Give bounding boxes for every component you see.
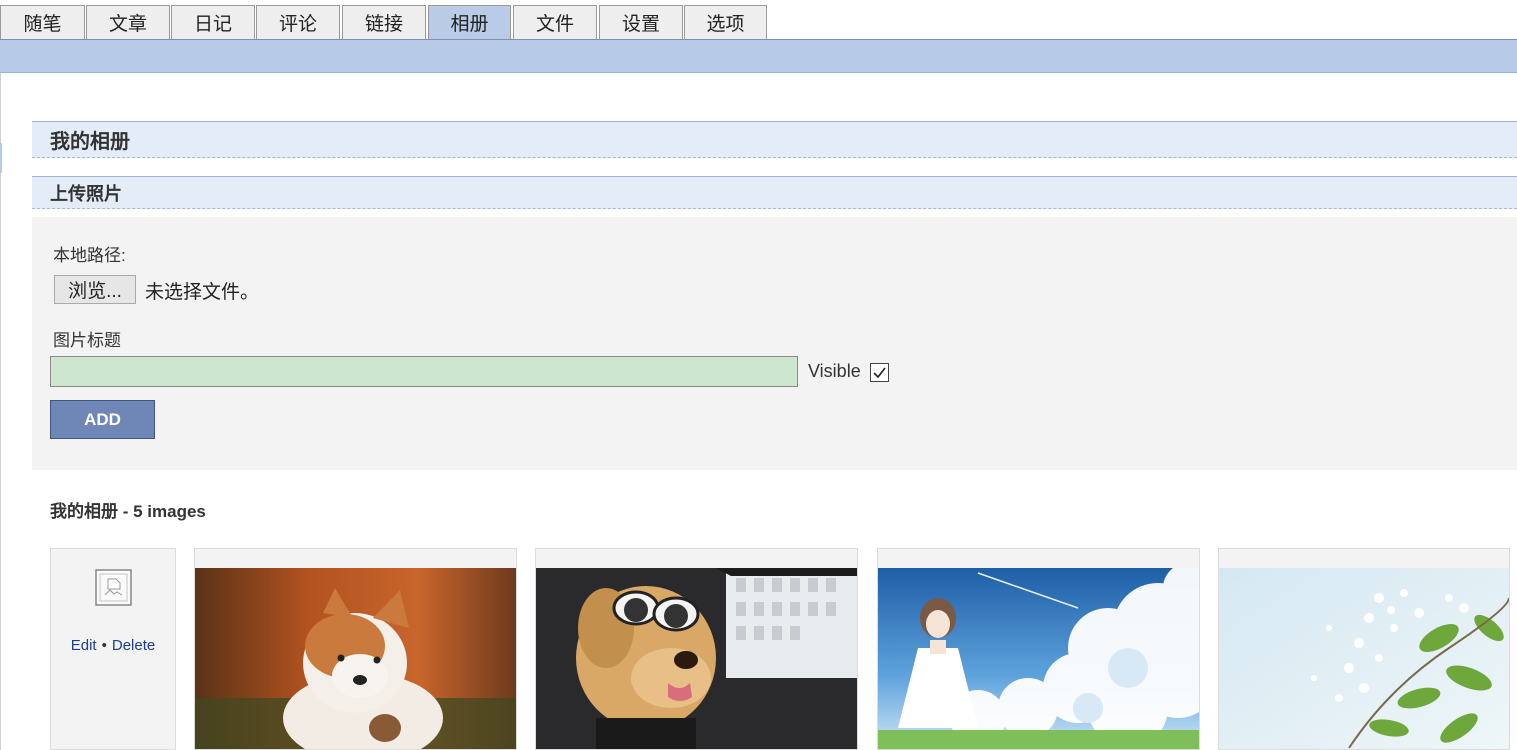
visible-label: Visible bbox=[808, 361, 861, 381]
gallery-card bbox=[194, 548, 517, 750]
tab-label: 链接 bbox=[364, 14, 403, 35]
no-file-selected-text: 未选择文件。 bbox=[145, 282, 260, 303]
link-separator: • bbox=[101, 637, 107, 654]
tab-essays[interactable]: 随笔 bbox=[0, 5, 85, 39]
tab-label: 随笔 bbox=[23, 14, 62, 35]
album-heading: 我的相册 bbox=[32, 121, 1517, 158]
left-accent bbox=[0, 143, 2, 173]
tab-label: 设置 bbox=[621, 14, 660, 35]
tab-label: 选项 bbox=[706, 14, 745, 35]
broken-image-icon bbox=[95, 569, 132, 606]
card-actions: Edit • Delete bbox=[51, 637, 175, 654]
tab-options[interactable]: 选项 bbox=[684, 5, 767, 39]
browse-button[interactable]: 浏览... bbox=[54, 275, 136, 304]
photo-akita-puppy[interactable] bbox=[195, 568, 516, 749]
image-title-input[interactable] bbox=[50, 356, 798, 387]
tab-settings[interactable]: 设置 bbox=[599, 5, 683, 39]
tab-bar: 随笔 文章 日记 评论 链接 相册 文件 设置 选项 bbox=[0, 0, 1517, 40]
image-title-label: 图片标题 bbox=[53, 331, 121, 350]
gallery-title: 我的相册 - 5 images bbox=[50, 502, 206, 521]
tab-album[interactable]: 相册 bbox=[428, 5, 511, 39]
upload-heading: 上传照片 bbox=[32, 176, 1517, 209]
local-path-label: 本地路径: bbox=[53, 246, 126, 265]
photo-white-blossoms[interactable] bbox=[1219, 568, 1509, 749]
tab-files[interactable]: 文件 bbox=[513, 5, 597, 39]
edit-link[interactable]: Edit bbox=[71, 637, 97, 654]
gallery-card: Edit • Delete bbox=[50, 548, 176, 750]
upload-form bbox=[32, 217, 1517, 470]
tab-comments[interactable]: 评论 bbox=[256, 5, 340, 39]
tab-label: 文章 bbox=[108, 14, 147, 35]
subnav-band bbox=[0, 39, 1517, 73]
add-button[interactable]: ADD bbox=[50, 400, 155, 439]
gallery-card bbox=[1218, 548, 1510, 750]
tab-label: 日记 bbox=[193, 14, 232, 35]
visible-checkbox[interactable] bbox=[870, 363, 889, 382]
delete-link[interactable]: Delete bbox=[112, 637, 155, 654]
tab-label: 相册 bbox=[450, 14, 489, 35]
album-heading-text: 我的相册 bbox=[50, 131, 130, 153]
photo-anime-sky[interactable] bbox=[878, 568, 1199, 749]
tab-articles[interactable]: 文章 bbox=[86, 5, 170, 39]
tab-label: 评论 bbox=[278, 14, 317, 35]
left-border bbox=[0, 73, 1, 750]
tab-links[interactable]: 链接 bbox=[342, 5, 426, 39]
gallery-card bbox=[877, 548, 1200, 750]
photo-dog-sunglasses[interactable] bbox=[536, 568, 857, 749]
checkmark-icon bbox=[873, 367, 886, 379]
gallery-card bbox=[535, 548, 858, 750]
tab-label: 文件 bbox=[535, 14, 574, 35]
upload-heading-text: 上传照片 bbox=[50, 183, 122, 204]
tab-diary[interactable]: 日记 bbox=[171, 5, 255, 39]
